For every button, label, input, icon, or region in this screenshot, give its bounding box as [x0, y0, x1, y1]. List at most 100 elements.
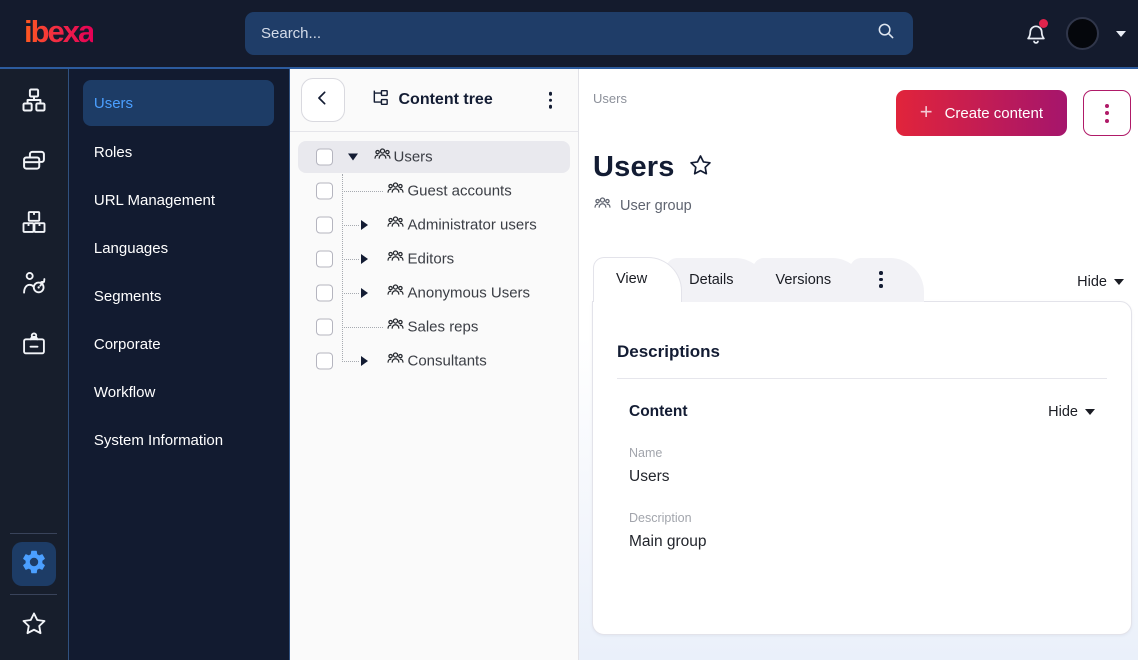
page-title: Users [593, 150, 675, 183]
tree-item-checkbox[interactable] [315, 318, 333, 336]
sidebar-item-product-catalog[interactable] [12, 202, 56, 246]
bell-icon[interactable] [1023, 18, 1049, 47]
chevron-left-icon [312, 87, 334, 114]
search-icon[interactable] [875, 20, 897, 47]
content-tree-title: Content tree [398, 91, 493, 108]
hide-toggle[interactable]: Hide [1077, 274, 1124, 302]
top-bar: ibexa [0, 0, 1138, 69]
user-group-icon [593, 194, 612, 217]
tree-item-label: Sales reps [407, 318, 479, 336]
menu-item-label: Segments [93, 287, 162, 305]
tree-item-consultants[interactable]: Consultants [290, 344, 579, 378]
menu-item-segments[interactable]: Segments [69, 272, 289, 320]
plus-icon: + [919, 99, 933, 124]
content-tree-panel: Content tree Users Guest accounts Admini… [289, 69, 579, 660]
tree-item-anonymous-users[interactable]: Anonymous Users [290, 276, 579, 310]
menu-item-corporate[interactable]: Corporate [69, 320, 289, 368]
content-hide-toggle[interactable]: Hide [1048, 404, 1095, 420]
collapse-tree-button[interactable] [300, 78, 345, 122]
descriptions-heading: Descriptions [617, 342, 720, 361]
tree-connector-stub [341, 293, 359, 294]
id-badge-icon [20, 330, 48, 363]
field-label-name: Name [629, 446, 663, 460]
caret-right-icon[interactable] [360, 254, 368, 264]
bookmark-star-icon[interactable] [687, 152, 714, 184]
tab-bar: View Details Versions Hide [593, 257, 1132, 302]
rail-divider [10, 594, 58, 595]
sidebar-item-bookmarks[interactable] [12, 604, 56, 648]
user-group-icon [386, 247, 405, 271]
main-content: Users + Create content Users User group … [579, 69, 1138, 660]
create-content-button[interactable]: + Create content [895, 90, 1067, 136]
sidebar-item-pages[interactable] [12, 141, 56, 185]
content-tree-list: Users Guest accounts Administrator users… [290, 132, 579, 378]
gear-icon [20, 548, 48, 581]
tab-versions[interactable]: Versions [752, 258, 867, 302]
sidebar-item-corporate-accounts[interactable] [12, 324, 56, 368]
tree-item-label: Consultants [407, 352, 487, 370]
tree-item-checkbox[interactable] [315, 352, 333, 370]
tree-item-users[interactable]: Users [290, 140, 579, 174]
menu-item-label: System Information [93, 431, 224, 449]
menu-item-label: Languages [93, 239, 169, 257]
menu-item-label: Workflow [93, 383, 156, 401]
caret-right-icon[interactable] [360, 220, 368, 230]
user-group-icon [386, 179, 405, 203]
caret-right-icon[interactable] [360, 288, 368, 298]
avatar[interactable] [1066, 17, 1099, 50]
content-section-title: Content [629, 403, 688, 420]
tree-item-checkbox[interactable] [315, 216, 333, 234]
person-target-icon [20, 269, 48, 302]
sidebar-item-personalization[interactable] [12, 263, 56, 307]
tree-options-button[interactable] [545, 88, 557, 113]
sidebar-item-content-structure[interactable] [12, 80, 56, 124]
menu-item-roles[interactable]: Roles [69, 128, 289, 176]
content-tree-header: Content tree [289, 69, 578, 132]
tree-item-guest-accounts[interactable]: Guest accounts [290, 174, 579, 208]
icon-rail [0, 69, 69, 660]
caret-down-icon[interactable] [347, 153, 358, 161]
content-type-label: User group [620, 197, 692, 214]
menu-item-url-management[interactable]: URL Management [69, 176, 289, 224]
field-label-description: Description [629, 511, 692, 525]
tree-item-checkbox[interactable] [315, 250, 333, 268]
user-menu-caret-icon[interactable] [1116, 30, 1126, 37]
org-chart-icon [20, 86, 48, 119]
pages-icon [20, 147, 48, 180]
menu-item-languages[interactable]: Languages [69, 224, 289, 272]
caret-down-icon [1085, 409, 1095, 415]
tree-item-administrator-users[interactable]: Administrator users [290, 208, 579, 242]
tree-connector-stub [341, 327, 383, 328]
menu-item-users[interactable]: Users [82, 80, 274, 126]
view-tab-panel: Descriptions Content Hide Name Users Des… [592, 301, 1132, 635]
tree-item-checkbox[interactable] [315, 148, 333, 166]
tree-item-sales-reps[interactable]: Sales reps [290, 310, 579, 344]
search-input[interactable] [261, 25, 875, 42]
tree-item-checkbox[interactable] [315, 182, 333, 200]
ibexa-logo[interactable]: ibexa [24, 16, 95, 51]
tab-label: Versions [775, 271, 832, 288]
tab-view[interactable]: View [593, 257, 683, 302]
user-group-icon [386, 315, 405, 339]
caret-right-icon[interactable] [360, 356, 368, 366]
user-group-icon [373, 145, 392, 169]
caret-down-icon [1114, 279, 1124, 285]
user-group-icon [386, 213, 405, 237]
tree-item-checkbox[interactable] [315, 284, 333, 302]
field-value-name: Users [629, 468, 670, 485]
admin-menu: Users Roles URL Management Languages Seg… [68, 69, 290, 660]
create-content-label: Create content [944, 104, 1043, 122]
tree-item-editors[interactable]: Editors [290, 242, 579, 276]
more-tabs-icon [873, 271, 889, 288]
notification-dot [1039, 18, 1048, 28]
sidebar-item-settings[interactable] [11, 542, 56, 586]
tree-item-label: Administrator users [407, 216, 537, 234]
global-search[interactable] [245, 12, 913, 55]
field-value-description: Main group [629, 533, 707, 550]
menu-item-system-information[interactable]: System Information [69, 416, 289, 464]
user-group-icon [386, 281, 405, 305]
menu-item-workflow[interactable]: Workflow [69, 368, 289, 416]
menu-item-label: Corporate [93, 335, 161, 353]
tree-connector-stub [341, 225, 359, 226]
content-options-button[interactable] [1083, 90, 1131, 136]
